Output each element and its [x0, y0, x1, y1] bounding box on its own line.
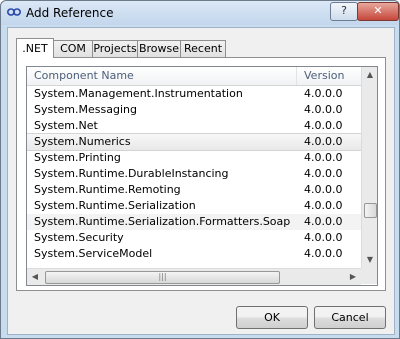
list-item[interactable]: System.Net 4.0.0.0: [27, 118, 361, 134]
column-header-version[interactable]: Version: [297, 67, 364, 85]
tab-net[interactable]: .NET: [16, 38, 54, 58]
scroll-down-icon[interactable]: ▼: [362, 252, 377, 268]
cancel-button[interactable]: Cancel: [314, 306, 386, 329]
list-item[interactable]: System.Messaging 4.0.0.0: [27, 102, 361, 118]
list-item[interactable]: System.Numerics 4.0.0.0: [27, 133, 362, 151]
ok-button[interactable]: OK: [236, 306, 308, 329]
scroll-corner: [361, 268, 377, 284]
component-version: 4.0.0.0: [304, 135, 343, 148]
component-name: System.ServiceModel: [34, 247, 153, 260]
tab-browse[interactable]: Browse: [137, 40, 181, 57]
vertical-scroll-thumb[interactable]: [364, 203, 377, 218]
component-version: 4.0.0.0: [304, 215, 343, 228]
component-version: 4.0.0.0: [304, 183, 343, 196]
scroll-left-icon[interactable]: ◀: [27, 269, 43, 285]
title-bar[interactable]: Add Reference ? ✕: [1, 1, 399, 25]
component-name: System.Printing: [34, 151, 121, 164]
list-item[interactable]: System.Runtime.Remoting 4.0.0.0: [27, 182, 361, 198]
component-name: System.Security: [34, 231, 124, 244]
list-item[interactable]: System.Printing 4.0.0.0: [27, 150, 361, 166]
tab-projects[interactable]: Projects: [92, 40, 138, 57]
component-name: System.Runtime.DurableInstancing: [34, 167, 229, 180]
horizontal-scrollbar[interactable]: ◀ ||| ▶: [27, 268, 361, 285]
component-version: 4.0.0.0: [304, 247, 343, 260]
component-version: 4.0.0.0: [304, 103, 343, 116]
dialog-body: .NET COM Projects Browse Recent Componen…: [7, 27, 395, 335]
component-name: System.Net: [34, 119, 98, 132]
component-list[interactable]: Component Name Version System.Management…: [26, 66, 378, 286]
list-item[interactable]: System.Management.Instrumentation 4.0.0.0: [27, 86, 361, 102]
close-button[interactable]: ✕: [357, 2, 399, 21]
horizontal-scroll-thumb[interactable]: |||: [45, 271, 280, 284]
tab-com[interactable]: COM: [53, 40, 93, 57]
component-version: 4.0.0.0: [304, 119, 343, 132]
help-button[interactable]: ?: [330, 2, 358, 21]
scroll-up-icon[interactable]: ▲: [362, 67, 377, 83]
reference-icon: [7, 8, 21, 16]
vertical-scrollbar[interactable]: ▲ ▼: [361, 67, 377, 268]
window-title: Add Reference: [26, 6, 114, 20]
component-name: System.Runtime.Serialization: [34, 199, 196, 212]
component-version: 4.0.0.0: [304, 231, 343, 244]
add-reference-dialog: Add Reference ? ✕ .NET COM Projects Brow…: [0, 0, 400, 339]
tab-panel-net: Component Name Version System.Management…: [16, 57, 386, 291]
list-item[interactable]: System.ServiceModel 4.0.0.0: [27, 246, 361, 262]
list-item[interactable]: System.Runtime.DurableInstancing 4.0.0.0: [27, 166, 361, 182]
component-name: System.Management.Instrumentation: [34, 87, 243, 100]
component-name: System.Runtime.Remoting: [34, 183, 181, 196]
component-version: 4.0.0.0: [304, 87, 343, 100]
component-name: System.Numerics: [34, 135, 131, 148]
component-name: System.Runtime.Serialization.Formatters.…: [34, 215, 291, 228]
component-version: 4.0.0.0: [304, 151, 343, 164]
component-version: 4.0.0.0: [304, 199, 343, 212]
column-header-component-name[interactable]: Component Name: [27, 67, 297, 85]
scroll-right-icon[interactable]: ▶: [345, 269, 361, 285]
list-item[interactable]: System.Security 4.0.0.0: [27, 230, 361, 246]
list-rows: System.Management.Instrumentation 4.0.0.0…: [27, 86, 362, 262]
component-name: System.Messaging: [34, 103, 137, 116]
list-item[interactable]: System.Runtime.Serialization.Formatters.…: [27, 214, 361, 230]
list-header: Component Name Version: [27, 67, 361, 86]
list-item[interactable]: System.Runtime.Serialization 4.0.0.0: [27, 198, 361, 214]
tab-recent[interactable]: Recent: [180, 40, 226, 57]
component-version: 4.0.0.0: [304, 167, 343, 180]
